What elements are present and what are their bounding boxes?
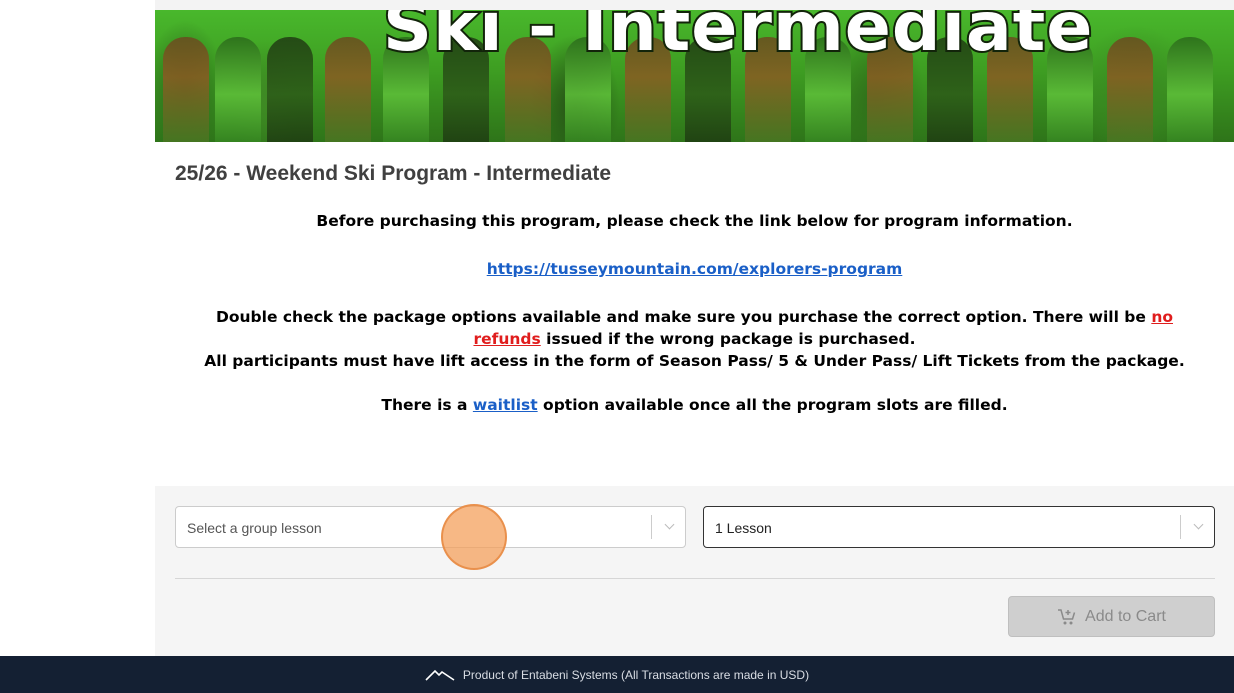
group-lesson-placeholder: Select a group lesson <box>187 520 322 536</box>
cart-plus-icon <box>1058 608 1076 624</box>
program-page: Ski - Intermediate 25/26 - Weekend Ski P… <box>155 10 1234 656</box>
chevron-down-icon[interactable] <box>664 519 675 530</box>
warning-text-part1: Double check the package options availab… <box>216 308 1146 326</box>
lesson-count-select[interactable]: 1 Lesson <box>703 506 1215 548</box>
intro-text: Before purchasing this program, please c… <box>316 212 1073 230</box>
lift-access-text: All participants must have lift access i… <box>204 352 1185 370</box>
waitlist-text-part1: There is a <box>381 396 468 414</box>
banner-figure <box>215 37 261 142</box>
add-to-cart-button[interactable]: Add to Cart <box>1008 596 1215 637</box>
banner-figure <box>163 37 209 142</box>
select-separator <box>1180 515 1181 539</box>
program-info-link[interactable]: https://tusseymountain.com/explorers-pro… <box>487 260 903 278</box>
waitlist-text-part2: option available once all the program sl… <box>543 396 1008 414</box>
info-link-line: https://tusseymountain.com/explorers-pro… <box>155 258 1234 280</box>
banner-figure <box>1167 37 1213 142</box>
select-separator <box>651 515 652 539</box>
group-lesson-select[interactable]: Select a group lesson <box>175 506 686 548</box>
program-title: 25/26 - Weekend Ski Program - Intermedia… <box>175 162 612 185</box>
warning-text-part2: issued if the wrong package is purchased… <box>546 330 916 348</box>
purchase-panel: Select a group lesson 1 Lesson Add to Ca… <box>155 486 1234 656</box>
mountain-logo-icon <box>425 669 455 681</box>
left-margin <box>0 0 155 656</box>
chevron-down-icon[interactable] <box>1193 519 1204 530</box>
banner-title: Ski - Intermediate <box>381 10 1094 69</box>
footer: Product of Entabeni Systems (All Transac… <box>0 656 1234 693</box>
click-indicator <box>441 504 507 570</box>
program-description: Before purchasing this program, please c… <box>155 210 1234 416</box>
banner-figure <box>325 37 371 142</box>
waitlist-link[interactable]: waitlist <box>473 396 538 414</box>
waitlist-text: There is a waitlist option available onc… <box>155 394 1234 416</box>
lesson-count-value: 1 Lesson <box>715 520 772 536</box>
banner-figure <box>267 37 313 142</box>
program-banner: Ski - Intermediate <box>155 10 1234 142</box>
warning-text: Double check the package options availab… <box>155 306 1234 350</box>
purchase-divider <box>175 578 1215 579</box>
footer-text: Product of Entabeni Systems (All Transac… <box>462 667 810 682</box>
add-to-cart-label: Add to Cart <box>1085 607 1166 625</box>
banner-figure <box>1107 37 1153 142</box>
